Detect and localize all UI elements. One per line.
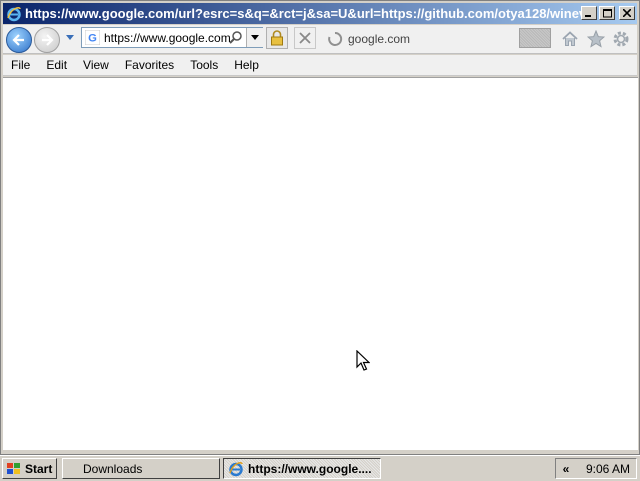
gear-icon[interactable] — [612, 30, 630, 48]
taskbar-item-label: https://www.google.... — [248, 461, 372, 476]
navigation-bar: G https://www.google.com google.com — [3, 25, 637, 54]
window-title: https://www.google.com/url?esrc=s&q=&rct… — [25, 6, 585, 21]
search-icon[interactable] — [229, 30, 243, 44]
clock[interactable]: 9:06 AM — [586, 462, 630, 476]
menu-view[interactable]: View — [75, 55, 117, 75]
taskbar: Start Downloads https://www.google.... «… — [0, 455, 640, 481]
ie-icon — [7, 6, 21, 21]
minimize-button[interactable] — [581, 6, 597, 20]
page-content[interactable] — [3, 77, 638, 450]
close-icon — [623, 9, 631, 17]
start-button[interactable]: Start — [2, 458, 57, 479]
menu-file[interactable]: File — [3, 55, 38, 75]
back-button[interactable] — [6, 27, 32, 53]
address-input[interactable]: https://www.google.com — [104, 31, 231, 45]
ie-icon — [229, 461, 243, 476]
chevron-down-icon — [251, 34, 259, 40]
start-label: Start — [25, 461, 53, 476]
svg-text:G: G — [88, 33, 97, 45]
menu-bar: File Edit View Favorites Tools Help — [3, 55, 637, 76]
address-bar[interactable]: G https://www.google.com — [81, 27, 263, 48]
address-dropdown-button[interactable] — [246, 28, 263, 47]
tab-label: google.com — [348, 32, 411, 46]
menu-edit[interactable]: Edit — [38, 55, 75, 75]
taskbar-item-label: Downloads — [83, 461, 143, 476]
forward-icon — [42, 34, 54, 46]
security-lock-button[interactable] — [266, 27, 288, 49]
new-tab-button[interactable] — [519, 28, 551, 48]
star-icon[interactable] — [587, 30, 605, 48]
menu-favorites[interactable]: Favorites — [117, 55, 182, 75]
maximize-icon — [602, 8, 612, 17]
stop-icon — [299, 32, 311, 44]
tray-expand-button[interactable]: « — [558, 462, 574, 476]
maximize-button[interactable] — [599, 6, 615, 20]
dropdown-icon[interactable] — [65, 34, 75, 42]
lock-icon — [271, 30, 283, 46]
menu-help[interactable]: Help — [226, 55, 267, 75]
windows-logo-icon — [7, 462, 20, 474]
minimize-icon — [585, 15, 591, 17]
home-icon[interactable] — [562, 31, 578, 47]
taskbar-item-browser[interactable]: https://www.google.... — [223, 458, 381, 479]
system-tray: « 9:06 AM — [555, 458, 637, 479]
close-button[interactable] — [619, 6, 635, 20]
mouse-pointer-icon — [356, 350, 370, 371]
stop-button[interactable] — [294, 27, 316, 49]
back-icon — [12, 34, 24, 46]
taskbar-item-downloads[interactable]: Downloads — [62, 458, 220, 479]
menu-tools[interactable]: Tools — [182, 55, 226, 75]
google-favicon: G — [85, 30, 100, 45]
browser-tab[interactable]: google.com — [321, 28, 515, 50]
title-bar[interactable]: https://www.google.com/url?esrc=s&q=&rct… — [3, 3, 637, 24]
loading-icon — [328, 31, 343, 46]
browser-window: https://www.google.com/url?esrc=s&q=&rct… — [0, 0, 640, 455]
forward-button[interactable] — [34, 27, 60, 53]
